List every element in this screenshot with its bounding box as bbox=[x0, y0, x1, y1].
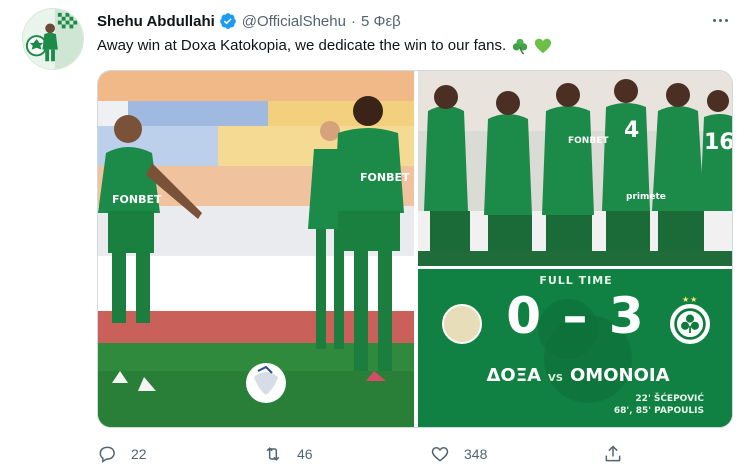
author-display-name[interactable]: Shehu Abdullahi bbox=[97, 13, 215, 30]
teams-line: ΔΟΞΑ VS ΟΜΟΝΟΙΑ bbox=[478, 365, 678, 386]
svg-text:primete: primete bbox=[626, 192, 666, 202]
tweet-timestamp[interactable]: 5 Φεβ bbox=[361, 13, 401, 30]
reply-icon bbox=[99, 446, 115, 463]
away-team-name: ΟΜΟΝΟΙΑ bbox=[569, 365, 670, 386]
svg-text:16: 16 bbox=[704, 130, 733, 155]
home-team-name: ΔΟΞΑ bbox=[486, 365, 542, 386]
svg-text:FONBET: FONBET bbox=[112, 193, 162, 206]
tweet-text-content: Away win at Doxa Katokopia, we dedicate … bbox=[97, 37, 507, 54]
share-button[interactable] bbox=[603, 442, 637, 466]
match-photo-left[interactable]: FONBET FONBET bbox=[98, 71, 414, 427]
full-time-label: FULL TIME bbox=[539, 274, 613, 287]
shamrock-icon bbox=[511, 37, 529, 55]
retweet-count: 46 bbox=[297, 446, 313, 462]
vs-label: VS bbox=[548, 373, 563, 384]
scorer-line: 22' ŠĆEPOVIĆ bbox=[635, 394, 704, 404]
scorer-line: 68', 85' PAPOULIS bbox=[613, 406, 704, 416]
goal-scorers: 22' ŠĆEPOVIĆ 68', 85' PAPOULIS bbox=[614, 393, 704, 417]
tweet-actions: 22 46 348 bbox=[97, 442, 733, 466]
svg-text:FONBET: FONBET bbox=[568, 136, 609, 146]
svg-text:FONBET: FONBET bbox=[360, 171, 410, 184]
retweet-icon bbox=[266, 447, 280, 461]
final-score-graphic[interactable]: FULL TIME ★★ 0 – 3 ΔΟΞΑ VS ΟΜΟΝΟΙΑ 22' Š… bbox=[418, 269, 732, 427]
green-heart-icon bbox=[534, 37, 552, 55]
tweet-card[interactable]: Shehu Abdullahi @OfficialShehu · 5 Φεβ A… bbox=[0, 0, 748, 476]
author-handle[interactable]: @OfficialShehu bbox=[242, 13, 346, 30]
team-celebration-photo[interactable]: 4 16 FONBET primete bbox=[418, 71, 733, 266]
tweet-header: Shehu Abdullahi @OfficialShehu · 5 Φεβ bbox=[97, 11, 401, 31]
reply-button[interactable]: 22 bbox=[97, 442, 147, 466]
svg-text:4: 4 bbox=[624, 118, 639, 143]
tweet-text: Away win at Doxa Katokopia, we dedicate … bbox=[97, 36, 552, 56]
more-options-icon[interactable] bbox=[708, 12, 732, 28]
retweet-button[interactable]: 46 bbox=[263, 442, 313, 466]
heart-icon bbox=[431, 446, 449, 462]
reply-count: 22 bbox=[131, 446, 147, 462]
avatar-image bbox=[23, 9, 83, 69]
final-score: 0 – 3 bbox=[506, 287, 646, 345]
author-avatar[interactable] bbox=[22, 8, 84, 70]
like-button[interactable]: 348 bbox=[430, 442, 487, 466]
tweet-media-grid[interactable]: FONBET FONBET 4 16 FONBET primete FULL T… bbox=[97, 70, 733, 428]
like-count: 348 bbox=[464, 446, 488, 462]
verified-badge-icon bbox=[219, 12, 237, 30]
separator-dot: · bbox=[350, 12, 356, 30]
share-icon bbox=[605, 445, 621, 462]
score-overlay: FULL TIME ★★ 0 – 3 ΔΟΞΑ VS ΟΜΟΝΟΙΑ 22' Š… bbox=[418, 269, 732, 427]
